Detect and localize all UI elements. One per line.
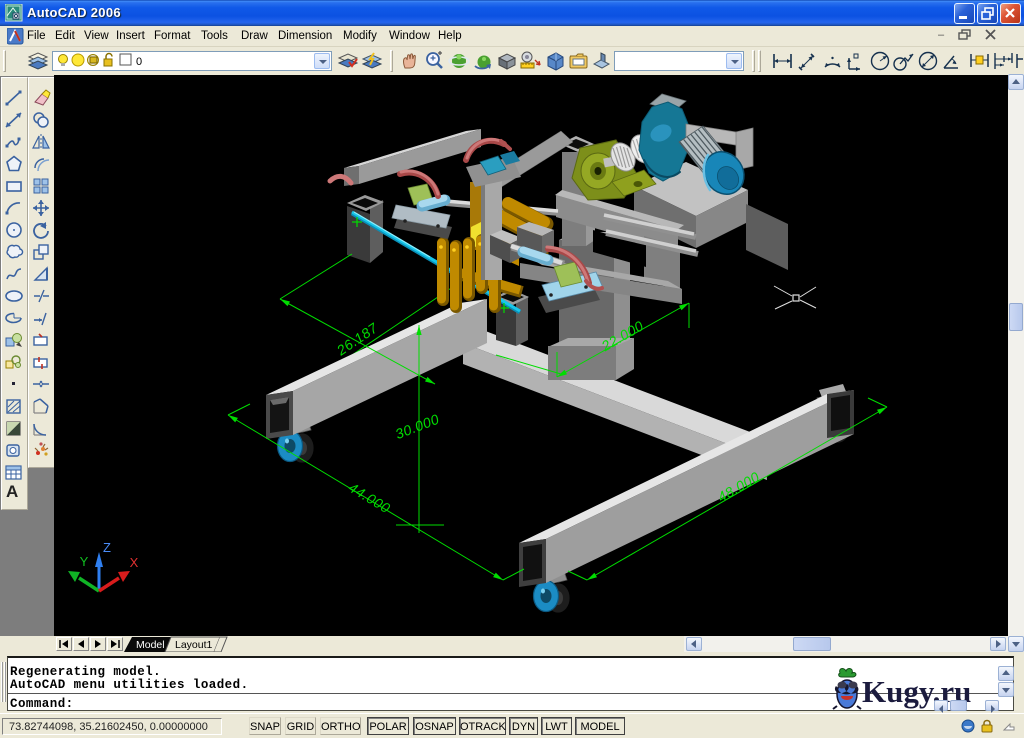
- svg-text:Layout1: Layout1: [175, 639, 213, 651]
- svg-text:X: X: [130, 555, 139, 570]
- svg-text:Model: Model: [136, 639, 165, 651]
- svg-text:30.000: 30.000: [393, 411, 442, 442]
- svg-text:Y: Y: [80, 554, 89, 569]
- svg-text:Z: Z: [103, 540, 111, 555]
- svg-text:44.000: 44.000: [346, 479, 394, 516]
